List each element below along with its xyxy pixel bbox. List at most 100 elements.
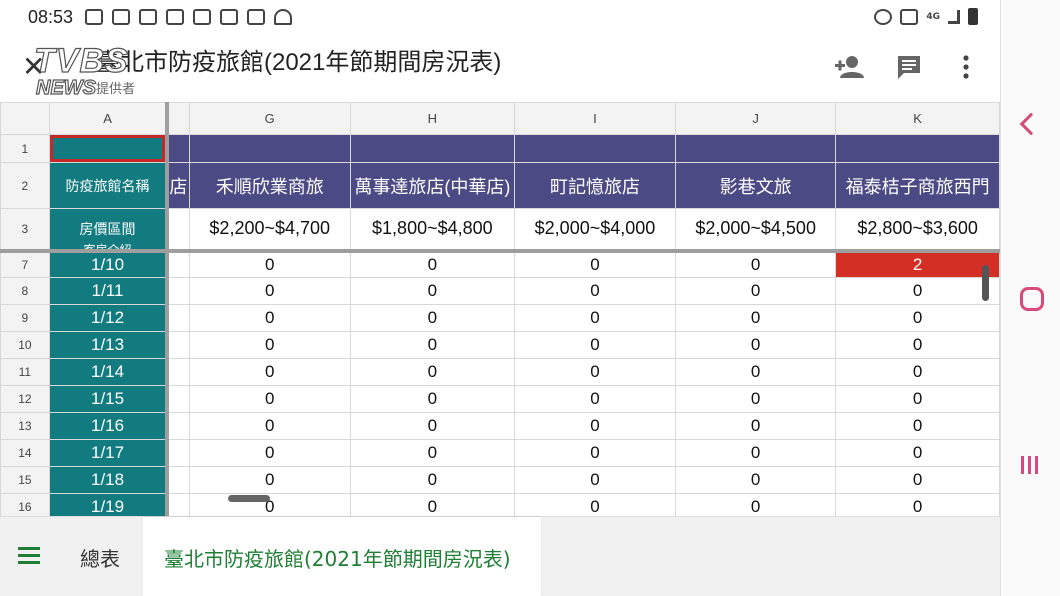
date-cell[interactable]: 1/11 <box>48 277 170 305</box>
partial-cell[interactable] <box>166 385 190 413</box>
room-count-cell[interactable]: 0 <box>513 277 677 305</box>
room-count-cell[interactable]: 0 <box>188 277 351 305</box>
row-number[interactable]: 1 <box>0 134 50 163</box>
row-number[interactable]: 16 <box>0 493 50 516</box>
column-header-partial[interactable] <box>166 102 190 135</box>
room-count-cell[interactable]: 0 <box>675 358 837 386</box>
room-count-cell[interactable]: 0 <box>349 277 515 305</box>
vertical-scrollbar[interactable] <box>982 265 989 301</box>
room-count-cell[interactable]: 0 <box>188 331 351 359</box>
room-count-cell[interactable]: 0 <box>349 250 515 278</box>
partial-cell[interactable] <box>166 358 190 386</box>
room-count-cell[interactable]: 0 <box>188 250 351 278</box>
row-number[interactable]: 14 <box>0 439 50 467</box>
hotel-name-cell[interactable]: 福泰桔子商旅西門 <box>835 162 1000 209</box>
hotel-name-cell[interactable]: 町記憶旅店 <box>513 162 677 209</box>
row-number[interactable]: 15 <box>0 466 50 494</box>
price-range-cell[interactable]: $2,200~$4,700 <box>188 208 351 253</box>
partial-cell[interactable] <box>166 331 190 359</box>
room-count-cell[interactable]: 0 <box>513 304 677 332</box>
column-header-a[interactable]: A <box>48 102 170 135</box>
room-count-cell[interactable]: 0 <box>675 385 837 413</box>
partial-cell[interactable] <box>166 412 190 440</box>
room-count-cell[interactable]: 0 <box>513 439 677 467</box>
room-count-cell[interactable]: 0 <box>513 358 677 386</box>
row-number[interactable]: 7 <box>0 250 50 278</box>
date-cell[interactable]: 1/19 <box>48 493 170 516</box>
room-count-cell[interactable]: 0 <box>188 385 351 413</box>
room-count-cell[interactable]: 0 <box>349 358 515 386</box>
room-count-cell[interactable]: 0 <box>188 412 351 440</box>
partial-cell[interactable] <box>166 250 190 278</box>
room-count-cell[interactable]: 0 <box>675 493 837 516</box>
room-count-cell[interactable]: 0 <box>513 250 677 278</box>
header-band-cell[interactable] <box>835 134 1000 163</box>
partial-cell[interactable] <box>166 466 190 494</box>
room-count-cell[interactable]: 0 <box>349 385 515 413</box>
spreadsheet-grid[interactable]: A G H I J K 1 2 防疫旅館名稱 店 禾順欣業商旅 萬事達旅店(中華… <box>0 102 1000 516</box>
room-count-cell[interactable]: 0 <box>675 304 837 332</box>
date-cell[interactable]: 1/15 <box>48 385 170 413</box>
room-count-cell[interactable]: 0 <box>349 493 515 516</box>
date-cell[interactable]: 1/14 <box>48 358 170 386</box>
recent-apps-icon[interactable] <box>1021 456 1038 474</box>
room-count-cell[interactable]: 0 <box>675 331 837 359</box>
room-count-cell[interactable]: 0 <box>835 358 1000 386</box>
partial-cell[interactable] <box>166 304 190 332</box>
room-count-cell[interactable]: 0 <box>835 304 1000 332</box>
price-range-cell[interactable]: $2,000~$4,000 <box>513 208 677 253</box>
more-options-icon[interactable] <box>961 54 971 86</box>
row-number[interactable]: 11 <box>0 358 50 386</box>
tab-summary[interactable]: 總表 <box>80 543 120 572</box>
room-count-cell[interactable]: 0 <box>835 439 1000 467</box>
price-range-cell[interactable]: $1,800~$4,800 <box>349 208 515 253</box>
row-number[interactable]: 10 <box>0 331 50 359</box>
room-count-cell[interactable]: 0 <box>349 466 515 494</box>
price-range-cell[interactable]: $2,800~$3,600 <box>835 208 1000 253</box>
room-count-cell[interactable]: 0 <box>349 304 515 332</box>
column-header-g[interactable]: G <box>188 102 351 135</box>
partial-cell[interactable] <box>166 439 190 467</box>
hotel-name-cell[interactable]: 影巷文旅 <box>675 162 837 209</box>
room-count-cell[interactable]: 2 <box>835 250 1000 278</box>
corner-cell[interactable] <box>0 102 50 135</box>
room-count-cell[interactable]: 0 <box>675 277 837 305</box>
room-count-cell[interactable]: 0 <box>349 439 515 467</box>
partial-cell[interactable] <box>166 277 190 305</box>
room-count-cell[interactable]: 0 <box>835 412 1000 440</box>
price-range-label-cell[interactable]: 房價區間 客房介紹 <box>48 208 170 253</box>
hotel-name-cell[interactable]: 萬事達旅店(中華店) <box>349 162 515 209</box>
hotel-name-cell[interactable]: 禾順欣業商旅 <box>188 162 351 209</box>
room-count-cell[interactable]: 0 <box>675 250 837 278</box>
room-count-cell[interactable]: 0 <box>349 331 515 359</box>
row-number[interactable]: 2 <box>0 162 50 209</box>
date-cell[interactable]: 1/12 <box>48 304 170 332</box>
room-count-cell[interactable]: 0 <box>835 277 1000 305</box>
home-icon[interactable] <box>1020 287 1044 311</box>
header-band-cell[interactable] <box>188 134 351 163</box>
room-count-cell[interactable]: 0 <box>188 466 351 494</box>
row-number[interactable]: 8 <box>0 277 50 305</box>
column-header-i[interactable]: I <box>513 102 677 135</box>
room-count-cell[interactable]: 0 <box>188 439 351 467</box>
row-number[interactable]: 12 <box>0 385 50 413</box>
room-count-cell[interactable]: 0 <box>675 466 837 494</box>
room-count-cell[interactable]: 0 <box>675 439 837 467</box>
room-count-cell[interactable]: 0 <box>513 493 677 516</box>
selected-cell-a1[interactable] <box>48 134 170 163</box>
room-count-cell[interactable]: 0 <box>188 304 351 332</box>
price-partial-cell[interactable] <box>166 208 190 253</box>
room-count-cell[interactable]: 0 <box>835 385 1000 413</box>
room-count-cell[interactable]: 0 <box>188 358 351 386</box>
hamburger-icon[interactable] <box>18 547 40 568</box>
date-cell[interactable]: 1/16 <box>48 412 170 440</box>
column-header-h[interactable]: H <box>349 102 515 135</box>
back-icon[interactable] <box>1019 112 1043 136</box>
header-band-cell[interactable] <box>349 134 515 163</box>
column-header-j[interactable]: J <box>675 102 837 135</box>
hotel-name-label-cell[interactable]: 防疫旅館名稱 <box>48 162 170 209</box>
header-band-cell[interactable] <box>675 134 837 163</box>
add-person-icon[interactable] <box>834 54 864 86</box>
row-number[interactable]: 9 <box>0 304 50 332</box>
room-count-cell[interactable]: 0 <box>835 466 1000 494</box>
